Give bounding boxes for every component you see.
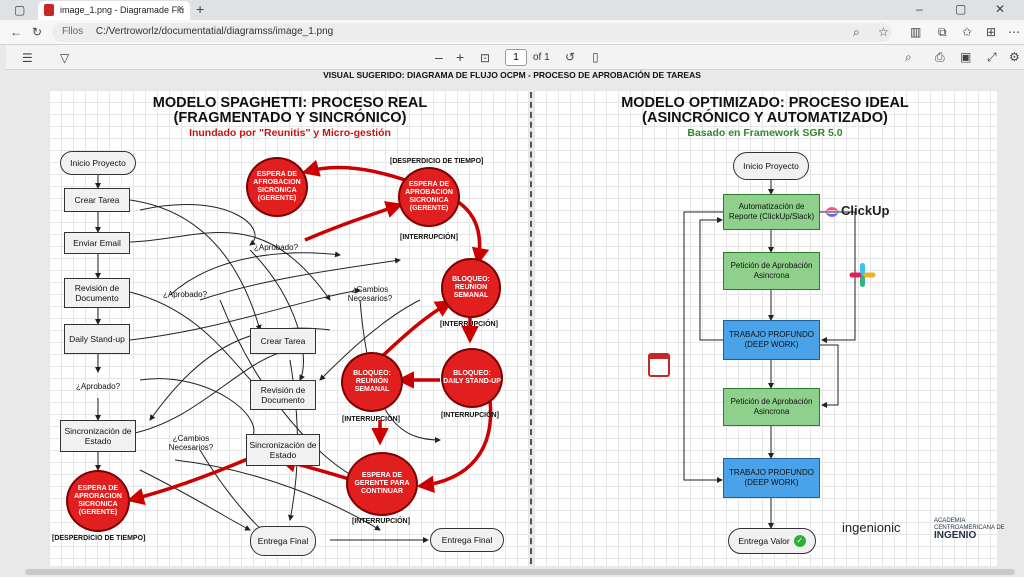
left-sincronizacion-estado-2: Sincronización de Estado — [246, 434, 320, 466]
left-inicio-proyecto: Inicio Proyecto — [60, 151, 136, 175]
left-red-espera-gerente: ESPERA DE GERENTE PARA CONTINUAR — [346, 452, 418, 516]
academia-logo: ACADEMIA CENTROAMERICANA DE INGENIO — [934, 518, 1024, 541]
right-peticion-aprobacion-2: Petición de Aprobación Asincrona — [723, 388, 820, 426]
right-inicio-proyecto: Inicio Proyecto — [733, 152, 809, 180]
calendar-icon — [648, 353, 670, 377]
left-crear-tarea: Crear Tarea — [64, 188, 130, 212]
tag-interrupcion-1: [INTERRUPCIÓN] — [400, 234, 458, 241]
clickup-label: ClickUp — [841, 203, 890, 218]
left-decision-aprobado-3: ¿Aprobado? — [58, 372, 138, 400]
left-sincronizacion-estado: Sincronización de Estado — [60, 420, 136, 452]
right-trabajo-profundo-1: TRABAJO PROFUNDO (DEEP WORK) — [723, 320, 820, 360]
checkmark-icon: ✓ — [793, 535, 806, 547]
right-automatizacion-reporte: Automatización de Reporte (ClickUp/Slack… — [723, 194, 820, 230]
left-enviar-email: Enviar Email — [64, 232, 130, 254]
left-red-espera-1: ESPERA DE AFROBACION SICRONICA (GERENTE) — [246, 157, 308, 217]
left-decision-cambios-2: ¿Cambios Necesarios? — [150, 426, 232, 460]
left-decision-aprobado-1: ¿Aprobado? — [236, 232, 316, 262]
tag-interrupcion-3: [INTERRUPCIÓN] — [342, 416, 400, 423]
left-red-bloqueo-daily: BLOQUEO: DAILY STAND-UP — [441, 348, 503, 408]
clickup-icon — [826, 206, 838, 217]
left-revision-documento: Revisión de Documento — [64, 278, 130, 308]
left-entrega-final: Entrega Final — [250, 526, 316, 556]
right-entrega-valor: Entrega Valor ✓ — [728, 528, 816, 554]
left-entrega-final-2: Entrega Final — [430, 528, 504, 552]
left-revision-documento-2: Revisión de Documento — [250, 380, 316, 410]
tag-interrupcion-4: [INTERRUPCIÓN] — [441, 412, 499, 419]
left-daily-standup: Daily Stand-up — [64, 324, 130, 354]
slack-icon — [849, 263, 876, 287]
left-red-bloqueo-reunion-2: BLOQUEO: REUNIÓN SEMANAL — [341, 352, 403, 412]
left-crear-tarea-2: Crear Tarea — [250, 328, 316, 354]
right-peticion-aprobacion-1: Petición de Aprobación Asincrona — [723, 252, 820, 290]
entrega-valor-label: Entrega Valor — [738, 536, 790, 546]
left-red-espera-2: ESPERA DE APROBACION SICRONICA (GERENTE) — [398, 167, 460, 227]
ingenio-label: INGENIO — [934, 530, 977, 541]
tag-interrupcion-5: [INTERRUPCIÓN] — [352, 518, 410, 525]
horizontal-scrollbar[interactable] — [25, 569, 1015, 575]
left-decision-cambios-1: ¿Cambios Necesarios? — [330, 278, 410, 310]
right-trabajo-profundo-2: TRABAJO PROFUNDO (DEEP WORK) — [723, 458, 820, 498]
left-red-bloqueo-reunion-1: BLOQUEO: REUNION SEMANAL — [441, 258, 501, 318]
tag-desperdicio-1: [DESPERDICIO DE TIEMPO] — [390, 158, 484, 165]
ingenionic-logo: ingenionic — [842, 520, 901, 535]
tag-interrupcion-2: [INTERRUPCIÓN] — [440, 321, 498, 328]
clickup-logo: ClickUp — [826, 203, 889, 218]
tag-desperdicio-2: [DESPERDICIO DE TIEMPO] — [52, 535, 146, 542]
left-red-espera-3: ESPERA DE APRORACION SICRONICA (GERENTE) — [66, 470, 130, 532]
left-decision-aprobado-2: ¿Aprobado? — [146, 280, 224, 308]
